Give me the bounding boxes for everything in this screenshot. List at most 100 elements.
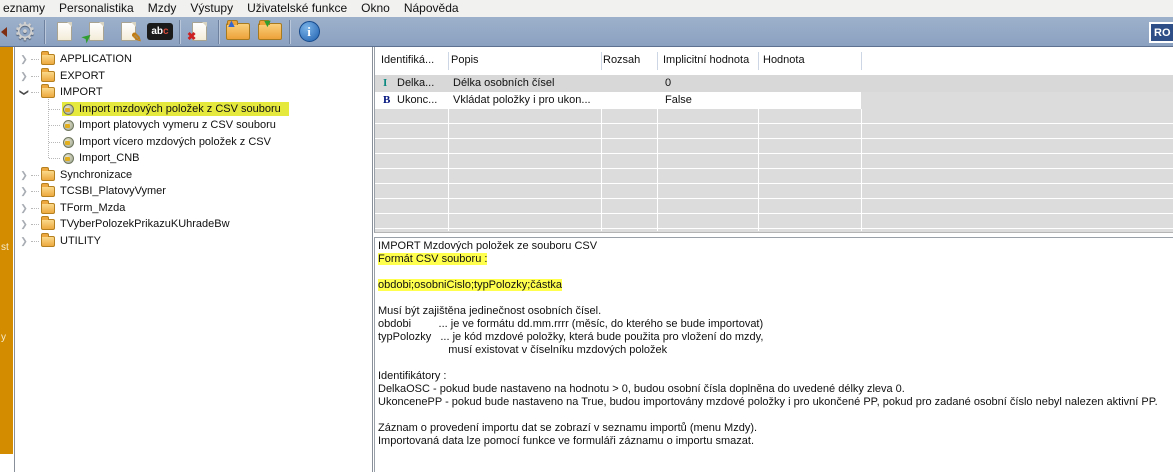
selected-tree-item: Import mzdových položek z CSV souboru [62, 102, 289, 116]
folder-icon [41, 186, 55, 197]
memo-line: typPolozky ... je kód mzdové položky, kt… [378, 331, 1173, 344]
red-x-icon: ✖ [187, 32, 196, 43]
tree-item-label: Synchronizace [60, 169, 132, 181]
toolbar-separator [179, 20, 180, 44]
memo-line: Musí být zajištěna jedinečnost osobních … [378, 305, 1173, 318]
memo-line [378, 292, 1173, 305]
menu-item-napoveda[interactable]: Nápověda [397, 0, 466, 17]
toolbar: ➤ ✎ abc ✖ ▲ ▼ RO [0, 17, 1173, 47]
chevron-right-icon[interactable] [19, 219, 29, 230]
collapsed-panel-tab[interactable]: st y [0, 47, 13, 454]
cell-implicitni-hodnota: 0 [665, 77, 671, 89]
memo-line: UkoncenePP - pokud bude nastaveno na Tru… [378, 396, 1173, 409]
tree-item-import-mzdovych-polozek[interactable]: Import mzdových položek z CSV souboru [15, 101, 370, 117]
menu-item-personalistika[interactable]: Personalistika [52, 0, 141, 17]
tree-item-tform-mzda[interactable]: TForm_Mzda [15, 200, 370, 216]
app-window: eznamy Personalistika Mzdy Výstupy Uživa… [0, 0, 1173, 472]
settings-button[interactable] [9, 18, 41, 46]
cell-identifikator: Delka... [397, 77, 434, 89]
memo-line: musí existovat v číselníku mzdových polo… [378, 344, 1173, 357]
tree-item-label: Import mzdových položek z CSV souboru [79, 103, 281, 115]
strip-letter: st [1, 242, 9, 253]
import-document-button[interactable]: ➤ [80, 18, 112, 46]
memo-line [378, 266, 1173, 279]
delete-document-button[interactable]: ✖ [183, 18, 215, 46]
memo-line: Identifikátory : [378, 370, 1173, 383]
tree-item-label: TCSBI_PlatovyVymer [60, 185, 166, 197]
parameters-grid: Identifiká... Popis Rozsah Implicitní ho… [374, 47, 1173, 233]
function-icon [63, 137, 74, 148]
toolbar-separator [289, 20, 290, 44]
abc-icon-ab: ab [151, 26, 163, 37]
chevron-right-icon[interactable] [19, 54, 29, 65]
folder-upload-button[interactable]: ▲ [222, 18, 254, 46]
tree-item-import-platovych-vymeru[interactable]: Import platovych vymeru z CSV souboru [15, 117, 370, 133]
cell-implicitni-hodnota: False [665, 94, 692, 106]
menu-item-seznamy[interactable]: eznamy [0, 0, 52, 17]
description-memo[interactable]: IMPORT Mzdových položek ze souboru CSV F… [374, 237, 1173, 472]
grid-row-delka[interactable]: I Delka... Délka osobních čísel 0 [375, 75, 1173, 92]
tree-item-label: IMPORT [60, 86, 103, 98]
tree-item-import-vicero[interactable]: Import vícero mzdových položek z CSV [15, 134, 370, 150]
info-icon [299, 21, 320, 42]
chevron-down-icon[interactable] [19, 87, 30, 97]
menu-item-okno[interactable]: Okno [354, 0, 397, 17]
new-document-icon [57, 22, 72, 41]
memo-line: Importovaná data lze pomocí funkce ve fo… [378, 435, 1173, 448]
function-icon [63, 104, 74, 115]
boolean-type-icon: B [383, 94, 390, 106]
memo-line [378, 409, 1173, 422]
app-logo: RO [1149, 22, 1173, 43]
tree-item-utility[interactable]: UTILITY [15, 233, 370, 249]
chevron-right-icon[interactable] [19, 203, 29, 214]
grid-row-ukoncene[interactable]: B Ukonc... Vkládat položky i pro ukon...… [375, 92, 861, 109]
chevron-right-icon[interactable] [19, 170, 29, 181]
abc-icon: abc [147, 23, 173, 40]
toolbar-separator [218, 20, 219, 44]
new-document-button[interactable] [48, 18, 80, 46]
rename-button[interactable]: abc [144, 18, 176, 46]
folder-icon [41, 71, 55, 82]
tree-item-import[interactable]: IMPORT [15, 84, 370, 100]
folder-icon [41, 236, 55, 247]
cell-identifikator: Ukonc... [397, 94, 437, 106]
tree-item-label: Import vícero mzdových položek z CSV [79, 136, 271, 148]
memo-line: Záznam o provedení importu dat se zobraz… [378, 422, 1173, 435]
column-header-identifikator[interactable]: Identifiká... [381, 54, 434, 66]
menu-item-mzdy[interactable]: Mzdy [141, 0, 184, 17]
column-header-implicitni-hodnota[interactable]: Implicitní hodnota [663, 54, 749, 66]
folder-download-button[interactable]: ▼ [254, 18, 286, 46]
tree-item-label: UTILITY [60, 235, 101, 247]
memo-line: obdobi ... je ve formátu dd.mm.rrrr (měs… [378, 318, 1173, 331]
column-header-popis[interactable]: Popis [451, 54, 479, 66]
tree-item-label: TForm_Mzda [60, 202, 125, 214]
tree-item-label: EXPORT [60, 70, 105, 82]
strip-letter: y [1, 332, 6, 343]
column-header-hodnota[interactable]: Hodnota [763, 54, 805, 66]
chevron-right-icon[interactable] [19, 236, 29, 247]
folder-open-icon [41, 87, 55, 98]
tree-item-export[interactable]: EXPORT [15, 68, 370, 84]
chevron-right-icon[interactable] [19, 186, 29, 197]
folder-icon [41, 203, 55, 214]
edit-document-button[interactable]: ✎ [112, 18, 144, 46]
chevron-right-icon[interactable] [19, 71, 29, 82]
memo-line-highlighted: obdobi;osobniCislo;typPolozky;částka [378, 279, 1173, 292]
tree-item-application[interactable]: APPLICATION [15, 51, 370, 67]
menu-item-uzivatelske-funkce[interactable]: Uživatelské funkce [240, 0, 354, 17]
gear-icon [14, 17, 36, 47]
tree-item-label: Import_CNB [79, 152, 140, 164]
toolbar-separator [44, 20, 45, 44]
tree-item-synchronizace[interactable]: Synchronizace [15, 167, 370, 183]
tree-item-tvyberpolozek[interactable]: TVyberPolozekPrikazuKUhradeBw [15, 216, 370, 232]
menu-item-vystupy[interactable]: Výstupy [183, 0, 240, 17]
grid-header: Identifiká... Popis Rozsah Implicitní ho… [375, 47, 1173, 75]
toolbar-overflow-icon[interactable] [1, 27, 7, 37]
info-button[interactable] [293, 18, 325, 46]
abc-icon-c: c [163, 26, 169, 37]
memo-line: IMPORT Mzdových položek ze souboru CSV [378, 240, 1173, 253]
cell-popis: Vkládat položky i pro ukon... [453, 94, 591, 106]
tree-item-import-cnb[interactable]: Import_CNB [15, 150, 370, 166]
tree-item-tcsbi-platovyvymer[interactable]: TCSBI_PlatovyVymer [15, 183, 370, 199]
column-header-rozsah[interactable]: Rozsah [603, 54, 640, 66]
